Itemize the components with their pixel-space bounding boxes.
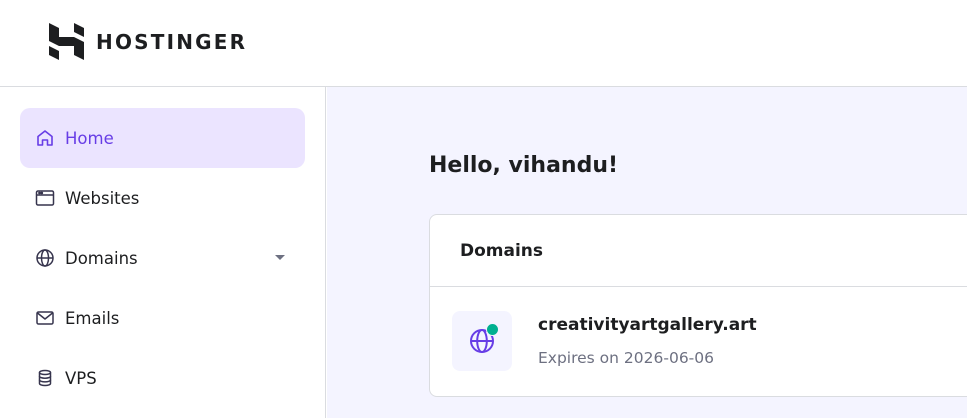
browser-window-icon — [34, 187, 56, 209]
sidebar-item-vps[interactable]: VPS — [20, 348, 305, 408]
domain-expiry: Expires on 2026-06-06 — [538, 349, 714, 367]
status-dot — [486, 323, 499, 336]
chevron-down-icon[interactable] — [275, 255, 285, 260]
domain-list-item[interactable]: creativityartgallery.art Expires on 2026… — [430, 287, 967, 397]
greeting-heading: Hello, vihandu! — [429, 153, 619, 178]
hostinger-logo-icon — [49, 23, 84, 60]
card-title: Domains — [460, 240, 544, 261]
brand-name: HOSTINGER — [96, 29, 248, 54]
domain-icon-box — [452, 311, 512, 371]
database-icon — [34, 367, 56, 389]
sidebar-item-label: Emails — [65, 308, 120, 328]
sidebar-item-websites[interactable]: Websites — [20, 168, 305, 228]
sidebar-item-label: VPS — [65, 368, 97, 388]
sidebar-item-label: Websites — [65, 188, 140, 208]
sidebar-item-emails[interactable]: Emails — [20, 288, 305, 348]
sidebar-item-domains[interactable]: Domains — [20, 228, 305, 288]
hostinger-logo[interactable]: HOSTINGER — [49, 23, 247, 60]
globe-icon — [34, 247, 56, 269]
sidebar-item-home[interactable]: Home — [20, 108, 305, 168]
card-header: Domains — [430, 215, 967, 287]
domain-name[interactable]: creativityartgallery.art — [538, 315, 757, 335]
main-content: Hello, vihandu! Domains creativityartgal… — [327, 87, 967, 418]
sidebar: Home Websites Domains Emails VPS — [0, 87, 326, 418]
sidebar-item-label: Domains — [65, 248, 138, 268]
envelope-icon — [34, 307, 56, 329]
home-icon — [34, 127, 56, 149]
top-bar: HOSTINGER — [0, 0, 967, 87]
domains-card: Domains creativityartgallery.art Expires… — [429, 214, 967, 397]
sidebar-item-label: Home — [65, 128, 114, 148]
